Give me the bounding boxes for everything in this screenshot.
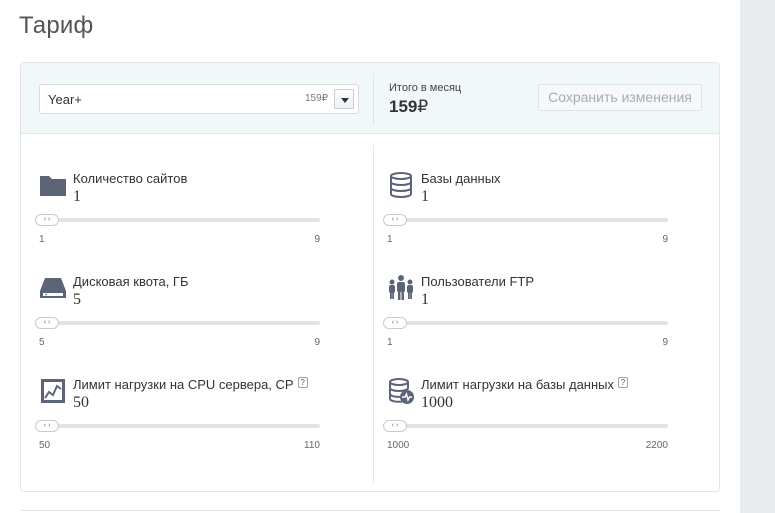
param-label: Лимит нагрузки на CPU сервера, CP? — [73, 377, 308, 392]
param-value: 1000 — [421, 394, 453, 411]
slider-max: 9 — [314, 337, 320, 348]
param-label: Лимит нагрузки на базы данных? — [421, 377, 629, 392]
header-divider — [373, 73, 374, 125]
cpu-icon — [39, 377, 67, 405]
tariff-select[interactable]: Year+ 159₽ — [39, 84, 359, 114]
page-title: Тариф — [19, 12, 94, 39]
slider-track[interactable]: ‹ › — [35, 317, 320, 329]
tariff-card-header: Year+ 159₽ Итого в месяц 159₽ Сохранить … — [21, 63, 719, 134]
help-icon[interactable]: ? — [618, 377, 629, 388]
slider-max: 2200 — [645, 440, 668, 451]
param-db-load: Лимит нагрузки на базы данных? 1000 ‹ › … — [383, 377, 687, 472]
slider-track[interactable]: ‹ › — [35, 420, 320, 432]
slider-min: 1 — [39, 234, 45, 245]
slider-handle[interactable]: ‹ › — [35, 317, 59, 329]
slider-max: 110 — [304, 440, 320, 451]
param-value: 1 — [73, 188, 81, 205]
next-section-border — [20, 510, 720, 511]
slider-handle[interactable]: ‹ › — [35, 214, 59, 226]
right-side-rail — [740, 0, 775, 513]
param-label: Пользователи FTP — [421, 274, 535, 289]
param-label-text: Лимит нагрузки на CPU сервера, CP — [73, 377, 294, 392]
slider-max: 9 — [662, 337, 668, 348]
chevron-down-icon[interactable] — [334, 89, 354, 109]
tariff-select-value: Year+ — [48, 92, 82, 107]
total-value: 159₽ — [389, 97, 428, 117]
slider-min: 1 — [387, 234, 393, 245]
param-label: Дисковая квота, ГБ — [73, 274, 189, 289]
param-cpu: Лимит нагрузки на CPU сервера, CP? 50 ‹ … — [35, 377, 339, 472]
param-disk: Дисковая квота, ГБ 5 ‹ › 5 9 — [35, 274, 339, 369]
slider-min: 1 — [387, 337, 393, 348]
slider-min: 50 — [39, 440, 51, 451]
slider-max: 9 — [314, 234, 320, 245]
param-value: 50 — [73, 394, 89, 411]
param-label: Количество сайтов — [73, 171, 188, 186]
param-value: 1 — [421, 291, 429, 308]
slider-handle[interactable]: ‹ › — [383, 420, 407, 432]
total-label: Итого в месяц — [389, 82, 462, 94]
param-sites: Количество сайтов 1 ‹ › 1 9 — [35, 171, 339, 266]
total-currency: ₽ — [417, 97, 429, 116]
hard-drive-icon — [39, 274, 67, 302]
slider-max: 9 — [662, 234, 668, 245]
tariff-select-price: 159₽ — [304, 93, 328, 104]
body-divider — [373, 145, 374, 483]
param-value: 1 — [421, 188, 429, 205]
help-icon[interactable]: ? — [297, 377, 308, 388]
param-label: Базы данных — [421, 171, 501, 186]
slider-track[interactable]: ‹ › — [383, 214, 668, 226]
total-amount: 159 — [389, 97, 418, 116]
param-databases: Базы данных 1 ‹ › 1 9 — [383, 171, 687, 266]
database-icon — [387, 171, 415, 199]
slider-track[interactable]: ‹ › — [383, 317, 668, 329]
database-load-icon — [387, 377, 415, 405]
slider-min: 1000 — [387, 440, 410, 451]
param-ftp: Пользователи FTP 1 ‹ › 1 9 — [383, 274, 687, 369]
folder-icon — [39, 171, 67, 199]
param-value: 5 — [73, 291, 81, 308]
slider-handle[interactable]: ‹ › — [383, 214, 407, 226]
users-icon — [387, 274, 415, 302]
slider-min: 5 — [39, 337, 45, 348]
slider-handle[interactable]: ‹ › — [383, 317, 407, 329]
slider-track[interactable]: ‹ › — [383, 420, 668, 432]
slider-handle[interactable]: ‹ › — [35, 420, 59, 432]
param-label-text: Лимит нагрузки на базы данных — [421, 377, 615, 392]
tariff-card: Year+ 159₽ Итого в месяц 159₽ Сохранить … — [20, 62, 720, 492]
slider-track[interactable]: ‹ › — [35, 214, 320, 226]
save-changes-button[interactable]: Сохранить изменения — [538, 84, 702, 111]
